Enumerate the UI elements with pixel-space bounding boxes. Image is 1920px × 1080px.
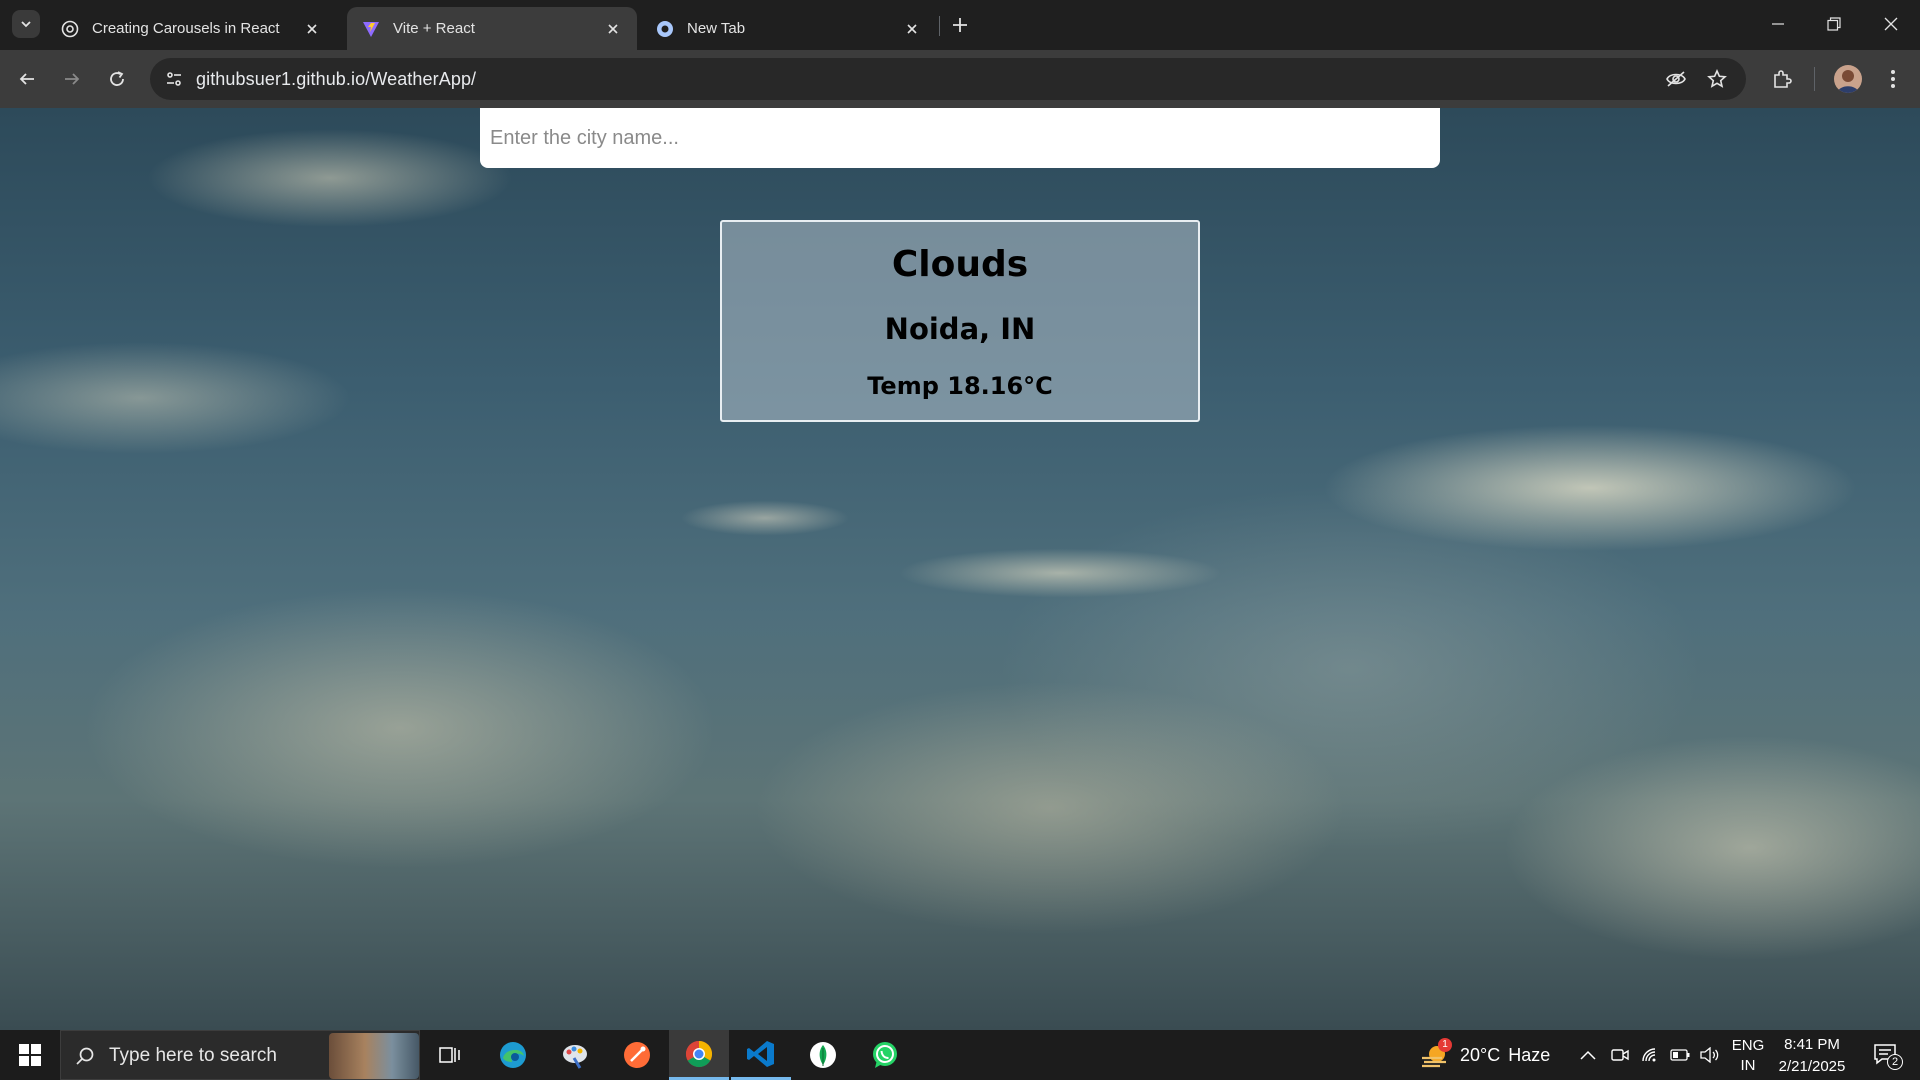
postman-icon — [624, 1042, 650, 1068]
weather-temp: 20°C — [1460, 1044, 1501, 1065]
page-viewport: Clouds Noida, IN Temp 18.16°C — [0, 108, 1920, 1030]
restore-icon — [1827, 17, 1841, 31]
tab-new-tab[interactable]: New Tab — [641, 7, 936, 50]
extensions-button[interactable] — [1766, 63, 1798, 95]
clock-date: 2/21/2025 — [1778, 1058, 1846, 1075]
forward-button[interactable] — [56, 63, 88, 95]
close-tab-icon[interactable] — [302, 19, 322, 39]
clock[interactable]: 8:41 PM 2/21/2025 — [1774, 1036, 1850, 1075]
close-tab-icon[interactable] — [902, 19, 922, 39]
tab-strip: Creating Carousels in React Vite + React… — [0, 0, 1920, 50]
close-icon — [1884, 17, 1898, 31]
weather-widget[interactable]: 1 20°C Haze — [1420, 1038, 1551, 1068]
tab-creating-carousels[interactable]: Creating Carousels in React — [46, 7, 336, 50]
site-info-icon[interactable] — [158, 63, 190, 95]
bookmark-star-icon[interactable] — [1701, 63, 1733, 95]
vite-logo-icon — [361, 19, 381, 39]
language-line1: ENG — [1731, 1037, 1765, 1054]
city-search-input[interactable] — [480, 108, 1440, 168]
tab-search-button[interactable] — [12, 10, 40, 38]
weather-temperature: Temp 18.16°C — [867, 372, 1053, 400]
back-button[interactable] — [11, 63, 43, 95]
postman-app[interactable] — [607, 1030, 667, 1080]
weather-card: Clouds Noida, IN Temp 18.16°C — [720, 220, 1200, 422]
wifi-icon — [1642, 1048, 1656, 1062]
chrome-app[interactable] — [669, 1030, 729, 1080]
battery-icon — [1670, 1049, 1690, 1061]
tab-separator — [939, 16, 940, 36]
weather-condition: Clouds — [891, 244, 1029, 285]
whatsapp-icon — [873, 1042, 897, 1068]
haze-weather-icon: 1 — [1420, 1038, 1452, 1068]
edge-app[interactable] — [483, 1030, 543, 1080]
notification-center-button[interactable]: 2 — [1860, 1030, 1912, 1080]
arrow-left-icon — [19, 73, 34, 85]
mongodb-icon — [810, 1042, 836, 1068]
windows-logo-icon — [19, 1044, 41, 1066]
vscode-icon — [747, 1040, 774, 1067]
tab-title: Creating Carousels in React — [92, 20, 280, 37]
new-tab-button[interactable] — [946, 11, 974, 39]
search-highlight-image — [329, 1033, 419, 1079]
tab-vite-react[interactable]: Vite + React — [347, 7, 637, 50]
battery-button[interactable] — [1666, 1030, 1694, 1080]
url-text[interactable]: githubsuer1.github.io/WeatherApp/ — [196, 69, 476, 90]
menu-button[interactable] — [1877, 63, 1909, 95]
show-hidden-icons-button[interactable] — [1576, 1030, 1600, 1080]
close-window-button[interactable] — [1869, 6, 1913, 42]
puzzle-icon — [1774, 70, 1792, 88]
paint-app[interactable] — [545, 1030, 605, 1080]
reload-button[interactable] — [101, 63, 133, 95]
reload-icon — [110, 71, 124, 86]
task-view-button[interactable] — [420, 1030, 480, 1080]
close-tab-icon[interactable] — [603, 19, 623, 39]
taskbar-search-placeholder: Type here to search — [109, 1045, 277, 1066]
input-language-indicator[interactable]: ENG IN — [1728, 1037, 1768, 1074]
plus-icon — [953, 18, 967, 32]
volume-button[interactable] — [1696, 1030, 1724, 1080]
tab-title: Vite + React — [393, 20, 475, 37]
weather-alert-badge: 1 — [1438, 1038, 1452, 1052]
search-icon — [73, 1044, 97, 1068]
edge-icon — [500, 1042, 526, 1068]
weather-condition-text: Haze — [1508, 1044, 1551, 1065]
browser-toolbar: githubsuer1.github.io/WeatherApp/ — [0, 50, 1920, 108]
mongodb-compass-app[interactable] — [793, 1030, 853, 1080]
camera-icon — [1611, 1049, 1629, 1061]
weather-location: Noida, IN — [884, 312, 1036, 346]
minimize-button[interactable] — [1756, 6, 1800, 42]
meet-now-button[interactable] — [1606, 1030, 1634, 1080]
whatsapp-app[interactable] — [855, 1030, 915, 1080]
address-bar[interactable]: githubsuer1.github.io/WeatherApp/ — [150, 58, 1746, 100]
chrome-icon — [685, 1040, 713, 1067]
vscode-app[interactable] — [731, 1030, 791, 1080]
language-line2: IN — [1740, 1057, 1756, 1074]
notification-count-badge: 2 — [1887, 1054, 1903, 1070]
start-button[interactable] — [10, 1040, 50, 1070]
tab-title: New Tab — [687, 20, 746, 37]
chevron-down-icon — [21, 21, 31, 28]
taskbar-search-box[interactable]: Type here to search — [60, 1030, 420, 1080]
taskbar: Type here to search 1 20°C Haze ENG IN 8… — [0, 1030, 1920, 1080]
more-vertical-icon — [1891, 70, 1895, 88]
eye-off-icon[interactable] — [1660, 63, 1692, 95]
profile-avatar[interactable] — [1834, 65, 1862, 93]
chevron-up-icon — [1580, 1050, 1596, 1060]
task-view-icon — [439, 1047, 460, 1063]
chrome-new-tab-icon — [655, 19, 675, 39]
network-button[interactable] — [1636, 1030, 1664, 1080]
toolbar-divider — [1814, 67, 1815, 91]
palette-icon — [563, 1045, 587, 1069]
minimize-icon — [1772, 23, 1784, 25]
openai-icon — [60, 19, 80, 39]
clock-time: 8:41 PM — [1784, 1036, 1840, 1053]
speaker-icon — [1700, 1047, 1719, 1063]
notification-icon: 2 — [1873, 1043, 1903, 1070]
arrow-right-icon — [65, 73, 80, 85]
restore-button[interactable] — [1812, 6, 1856, 42]
